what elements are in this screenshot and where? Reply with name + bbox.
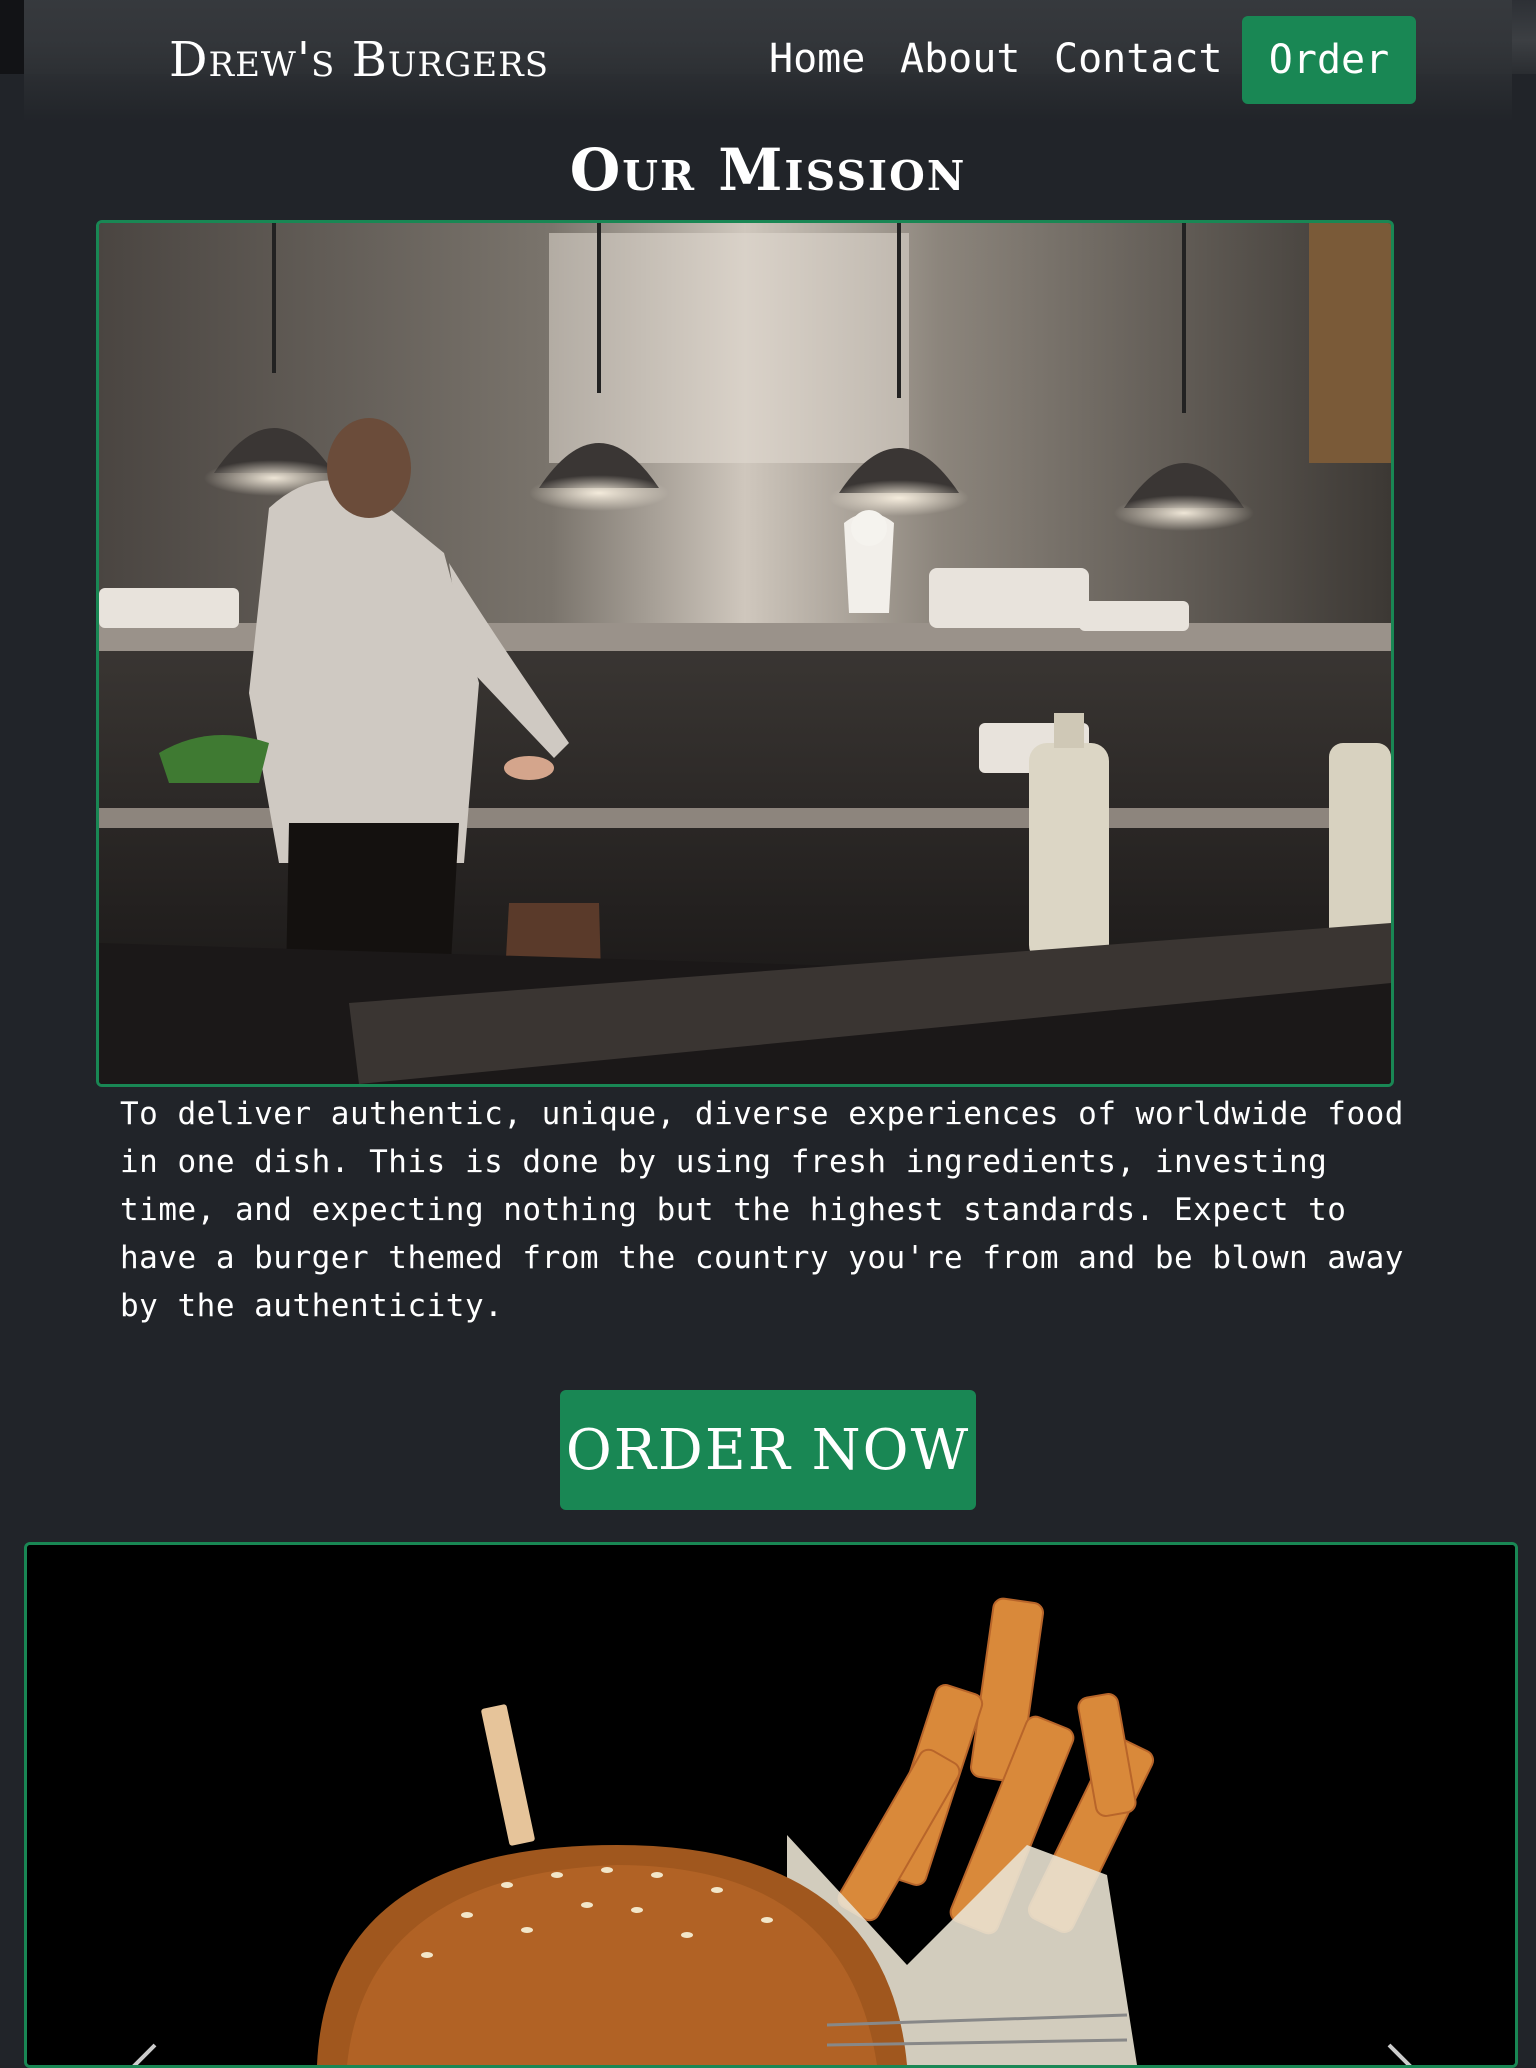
- order-now-button[interactable]: ORDER NOW: [560, 1390, 976, 1510]
- nav-link-about[interactable]: About: [900, 36, 1020, 82]
- mission-text: To deliver authentic, unique, diverse ex…: [120, 1096, 1404, 1324]
- nav-link-home[interactable]: Home: [769, 36, 865, 82]
- brand-logo[interactable]: Drew's Burgers: [169, 32, 549, 88]
- mission-image: [96, 220, 1394, 1087]
- kitchen-photo: [99, 223, 1391, 1084]
- nav-order-button[interactable]: Order: [1242, 16, 1416, 104]
- header-backdrop-edge: [0, 0, 24, 74]
- chevron-right-icon[interactable]: [1367, 2035, 1427, 2065]
- mission-title: Our Mission: [569, 136, 967, 204]
- burger-photo: [27, 1545, 1515, 2065]
- chevron-left-icon[interactable]: [117, 2035, 177, 2065]
- nav-link-contact[interactable]: Contact: [1054, 36, 1223, 82]
- burger-carousel: [24, 1542, 1518, 2068]
- navbar: Drew's Burgers Home About Contact Order: [24, 0, 1512, 122]
